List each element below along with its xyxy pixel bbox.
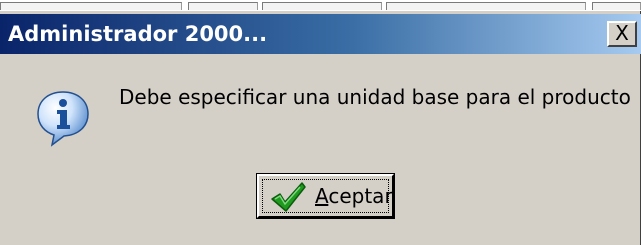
dialog-message: Debe especificar una unidad base para el… — [119, 85, 631, 109]
message-dialog: Administrador 2000... X Debe especificar… — [0, 11, 641, 245]
close-button[interactable]: X — [607, 21, 637, 47]
background-field — [386, 2, 586, 10]
info-icon — [37, 91, 89, 147]
accept-label-rest: ceptar — [328, 184, 393, 208]
dialog-title: Administrador 2000... — [8, 22, 268, 46]
background-field — [0, 2, 182, 10]
background-field — [592, 2, 641, 10]
accept-button[interactable]: Aceptar — [256, 173, 395, 219]
checkmark-icon — [271, 182, 306, 212]
background-field — [262, 2, 382, 10]
close-icon: X — [615, 21, 629, 45]
background-field — [188, 2, 258, 10]
accept-button-label: Aceptar — [315, 183, 393, 209]
dialog-titlebar[interactable]: Administrador 2000... X — [0, 14, 641, 54]
screen: Administrador 2000... X Debe especificar… — [0, 0, 641, 245]
accept-accelerator: A — [315, 184, 329, 208]
